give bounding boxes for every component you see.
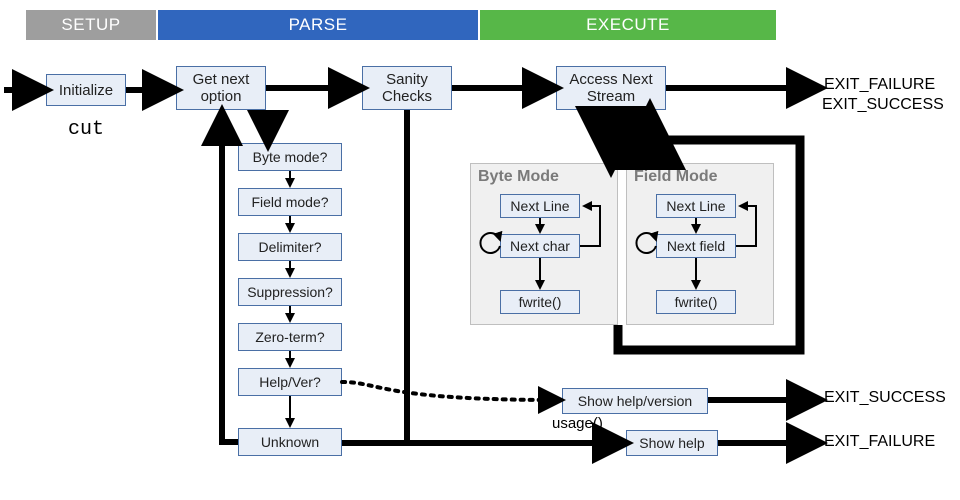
box-get-next-option: Get next option [176, 66, 266, 110]
phase-setup: SETUP [26, 10, 156, 40]
box-fm-next-field: Next field [656, 234, 736, 258]
phase-execute: EXECUTE [480, 10, 776, 40]
exit-success-top: EXIT_SUCCESS [822, 96, 944, 114]
box-initialize: Initialize [46, 74, 126, 106]
box-zero-term: Zero-term? [238, 323, 342, 351]
box-show-help-version: Show help/version [562, 388, 708, 414]
cut-label: cut [68, 118, 104, 141]
exit-failure-bot: EXIT_FAILURE [824, 433, 935, 451]
exit-failure-top: EXIT_FAILURE [824, 76, 935, 94]
title-field-mode: Field Mode [634, 168, 718, 186]
box-unknown: Unknown [238, 428, 342, 456]
title-byte-mode: Byte Mode [478, 168, 559, 186]
phase-bar: SETUP PARSE EXECUTE [26, 10, 776, 40]
box-show-help: Show help [626, 430, 718, 456]
box-bm-next-char: Next char [500, 234, 580, 258]
box-field-mode: Field mode? [238, 188, 342, 216]
box-delimiter: Delimiter? [238, 233, 342, 261]
box-help-ver: Help/Ver? [238, 368, 342, 396]
box-bm-fwrite: fwrite() [500, 290, 580, 314]
box-suppression: Suppression? [238, 278, 342, 306]
phase-parse: PARSE [158, 10, 478, 40]
usage-label: usage() [552, 415, 603, 432]
box-byte-mode: Byte mode? [238, 143, 342, 171]
box-bm-next-line: Next Line [500, 194, 580, 218]
box-access-next-stream: Access Next Stream [556, 66, 666, 110]
box-sanity-checks: Sanity Checks [362, 66, 452, 110]
box-fm-next-line: Next Line [656, 194, 736, 218]
exit-success-mid: EXIT_SUCCESS [824, 389, 946, 407]
box-fm-fwrite: fwrite() [656, 290, 736, 314]
